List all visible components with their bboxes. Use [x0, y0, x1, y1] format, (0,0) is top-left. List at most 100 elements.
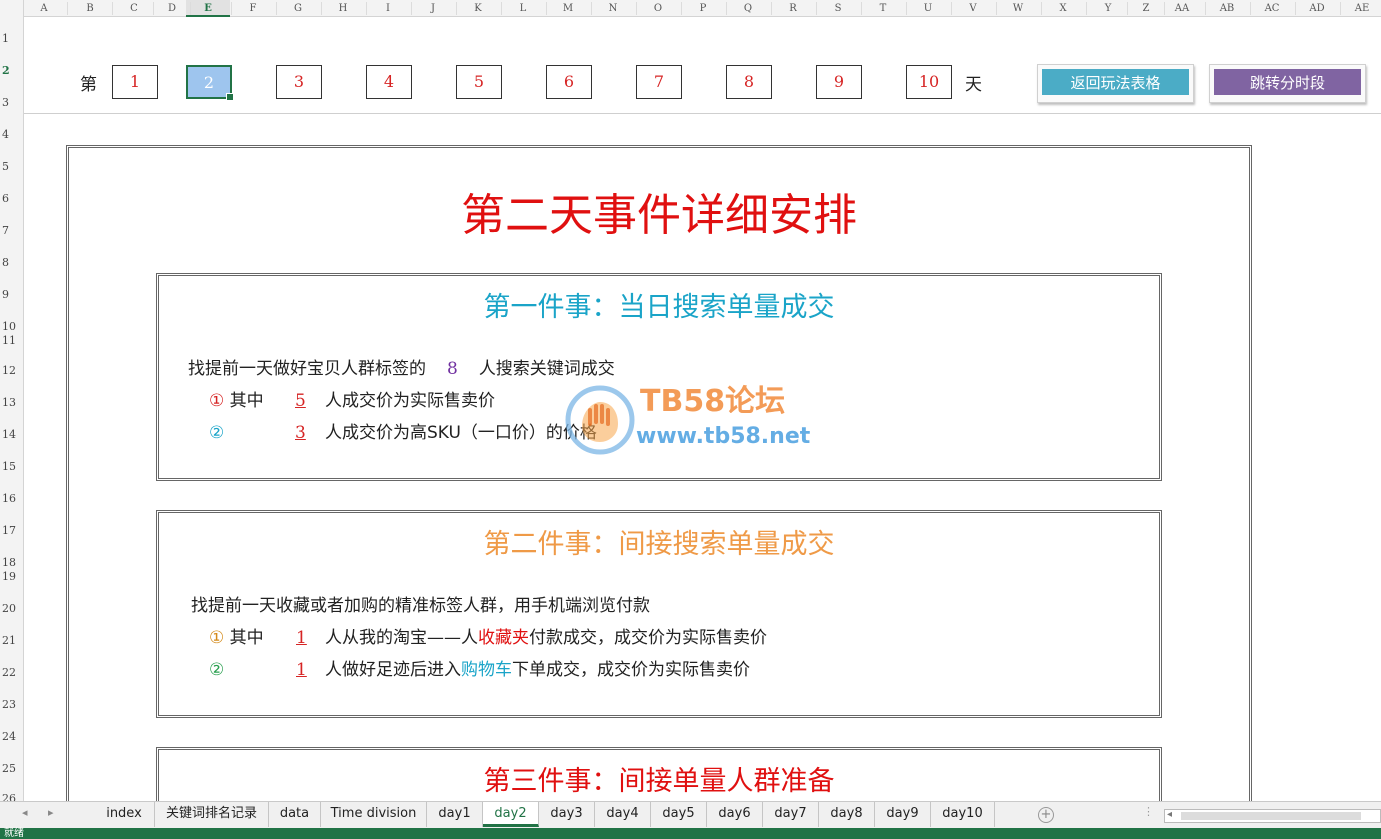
column-header-n[interactable]: N [598, 0, 628, 17]
select-all-corner[interactable] [0, 0, 24, 17]
row-header-11[interactable]: 11 [0, 334, 22, 347]
row-header-25[interactable]: 25 [0, 762, 22, 775]
event-1-line-1: 找提前一天做好宝贝人群标签的 8 人搜索关键词成交 [188, 358, 615, 380]
column-header-j[interactable]: J [418, 0, 448, 17]
column-header-c[interactable]: C [119, 0, 149, 17]
column-header-t[interactable]: T [868, 0, 898, 17]
sheet-tab-关键词排名记录[interactable]: 关键词排名记录 [155, 802, 269, 827]
day-9-button[interactable]: 9 [816, 65, 862, 99]
row-header-18[interactable]: 18 [0, 556, 22, 569]
day-2-button[interactable]: 2 [186, 65, 234, 101]
column-header-aa[interactable]: AA [1167, 0, 1197, 17]
event-1-line-1-a: 找提前一天做好宝贝人群标签的 [188, 359, 426, 379]
row-header-9[interactable]: 9 [0, 288, 22, 301]
column-header-p[interactable]: P [688, 0, 718, 17]
day-10-button[interactable]: 10 [906, 65, 952, 99]
column-header-q[interactable]: Q [733, 0, 763, 17]
event-2-item-1-text: 人从我的淘宝——人收藏夹付款成交，成交价为实际售卖价 [325, 627, 767, 649]
column-header-ad[interactable]: AD [1302, 0, 1332, 17]
day-5-button[interactable]: 5 [456, 65, 502, 99]
row-header-23[interactable]: 23 [0, 698, 22, 711]
column-separator [591, 2, 592, 15]
sheet-tab-index[interactable]: index [94, 802, 155, 827]
column-header-g[interactable]: G [283, 0, 313, 17]
column-header-k[interactable]: K [463, 0, 493, 17]
day-6-button[interactable]: 6 [546, 65, 592, 99]
row-header-22[interactable]: 22 [0, 666, 22, 679]
event-2-panel: 第二件事：间接搜索单量成交 找提前一天收藏或者加购的精准标签人群，用手机端浏览付… [156, 510, 1162, 718]
column-header-h[interactable]: H [328, 0, 358, 17]
row-header-26[interactable]: 26 [0, 792, 22, 801]
sheet-tab-data[interactable]: data [269, 802, 321, 827]
day-1-button[interactable]: 1 [112, 65, 158, 99]
column-header-e[interactable]: E [186, 0, 230, 17]
sheet-tab-time-division[interactable]: Time division [321, 802, 427, 827]
column-header-l[interactable]: L [508, 0, 538, 17]
column-header-z[interactable]: Z [1131, 0, 1161, 17]
sheet-tab-day7[interactable]: day7 [763, 802, 819, 827]
column-header-y[interactable]: Y [1093, 0, 1123, 17]
column-header-o[interactable]: O [643, 0, 673, 17]
column-header-ab[interactable]: AB [1212, 0, 1242, 17]
tab-scroll-left-icon[interactable]: ◂ [22, 806, 28, 819]
add-sheet-icon[interactable]: + [1038, 807, 1054, 823]
sheet-tab-day8[interactable]: day8 [819, 802, 875, 827]
row-header-19[interactable]: 19 [0, 570, 22, 583]
column-header-m[interactable]: M [553, 0, 583, 17]
row-header-5[interactable]: 5 [0, 160, 22, 173]
row-header-6[interactable]: 6 [0, 192, 22, 205]
sheet-tab-day2[interactable]: day2 [483, 802, 539, 827]
column-header-ae[interactable]: AE [1347, 0, 1377, 17]
sheet-tab-day10[interactable]: day10 [931, 802, 995, 827]
horizontal-scrollbar[interactable]: ◂ [1164, 809, 1381, 823]
column-header-a[interactable]: A [29, 0, 59, 17]
tab-scroll-right-icon[interactable]: ▸ [48, 806, 54, 819]
column-header: A B C D E F G H I J K L M N O P Q R S T U V W X Y Z AA AB AC AD AE [0, 0, 1381, 17]
column-header-s[interactable]: S [823, 0, 853, 17]
sheet-tab-day6[interactable]: day6 [707, 802, 763, 827]
row-header-13[interactable]: 13 [0, 396, 22, 409]
row-header-17[interactable]: 17 [0, 524, 22, 537]
day-7-button[interactable]: 7 [636, 65, 682, 99]
row-header-10[interactable]: 10 [0, 320, 22, 333]
row-header-14[interactable]: 14 [0, 428, 22, 441]
sheet-tab-day9[interactable]: day9 [875, 802, 931, 827]
scroll-thumb[interactable] [1181, 812, 1361, 820]
row-header-20[interactable]: 20 [0, 602, 22, 615]
column-header-i[interactable]: I [373, 0, 403, 17]
jump-to-time-period-button[interactable]: 跳转分时段 [1209, 64, 1366, 103]
scroll-left-arrow-icon[interactable]: ◂ [1167, 809, 1172, 820]
column-header-v[interactable]: V [958, 0, 988, 17]
column-header-ac[interactable]: AC [1257, 0, 1287, 17]
row-header-15[interactable]: 15 [0, 460, 22, 473]
row-header-24[interactable]: 24 [0, 730, 22, 743]
column-header-u[interactable]: U [913, 0, 943, 17]
day-4-button[interactable]: 4 [366, 65, 412, 99]
sheet-tab-day4[interactable]: day4 [595, 802, 651, 827]
row-header-21[interactable]: 21 [0, 634, 22, 647]
column-header-r[interactable]: R [778, 0, 808, 17]
column-separator [1295, 2, 1296, 15]
day-8-button[interactable]: 8 [726, 65, 772, 99]
row-header-16[interactable]: 16 [0, 492, 22, 505]
row-header-2[interactable]: 2 [0, 64, 22, 77]
column-separator [276, 2, 277, 15]
column-header-f[interactable]: F [238, 0, 268, 17]
row-header-4[interactable]: 4 [0, 128, 22, 141]
column-header-d[interactable]: D [157, 0, 187, 17]
event-2-item-2: ② [209, 659, 224, 681]
row-header-7[interactable]: 7 [0, 224, 22, 237]
sheet-tab-day1[interactable]: day1 [427, 802, 483, 827]
sheet-tab-day3[interactable]: day3 [539, 802, 595, 827]
row-header-12[interactable]: 12 [0, 364, 22, 377]
row-header-3[interactable]: 3 [0, 96, 22, 109]
back-to-table-button[interactable]: 返回玩法表格 [1037, 64, 1194, 103]
splitter-handle-icon[interactable]: ⋮ [1143, 805, 1154, 818]
sheet-tab-day5[interactable]: day5 [651, 802, 707, 827]
row-header-1[interactable]: 1 [0, 32, 22, 45]
column-header-w[interactable]: W [1003, 0, 1033, 17]
column-header-b[interactable]: B [75, 0, 105, 17]
row-header-8[interactable]: 8 [0, 256, 22, 269]
column-header-x[interactable]: X [1048, 0, 1078, 17]
day-3-button[interactable]: 3 [276, 65, 322, 99]
